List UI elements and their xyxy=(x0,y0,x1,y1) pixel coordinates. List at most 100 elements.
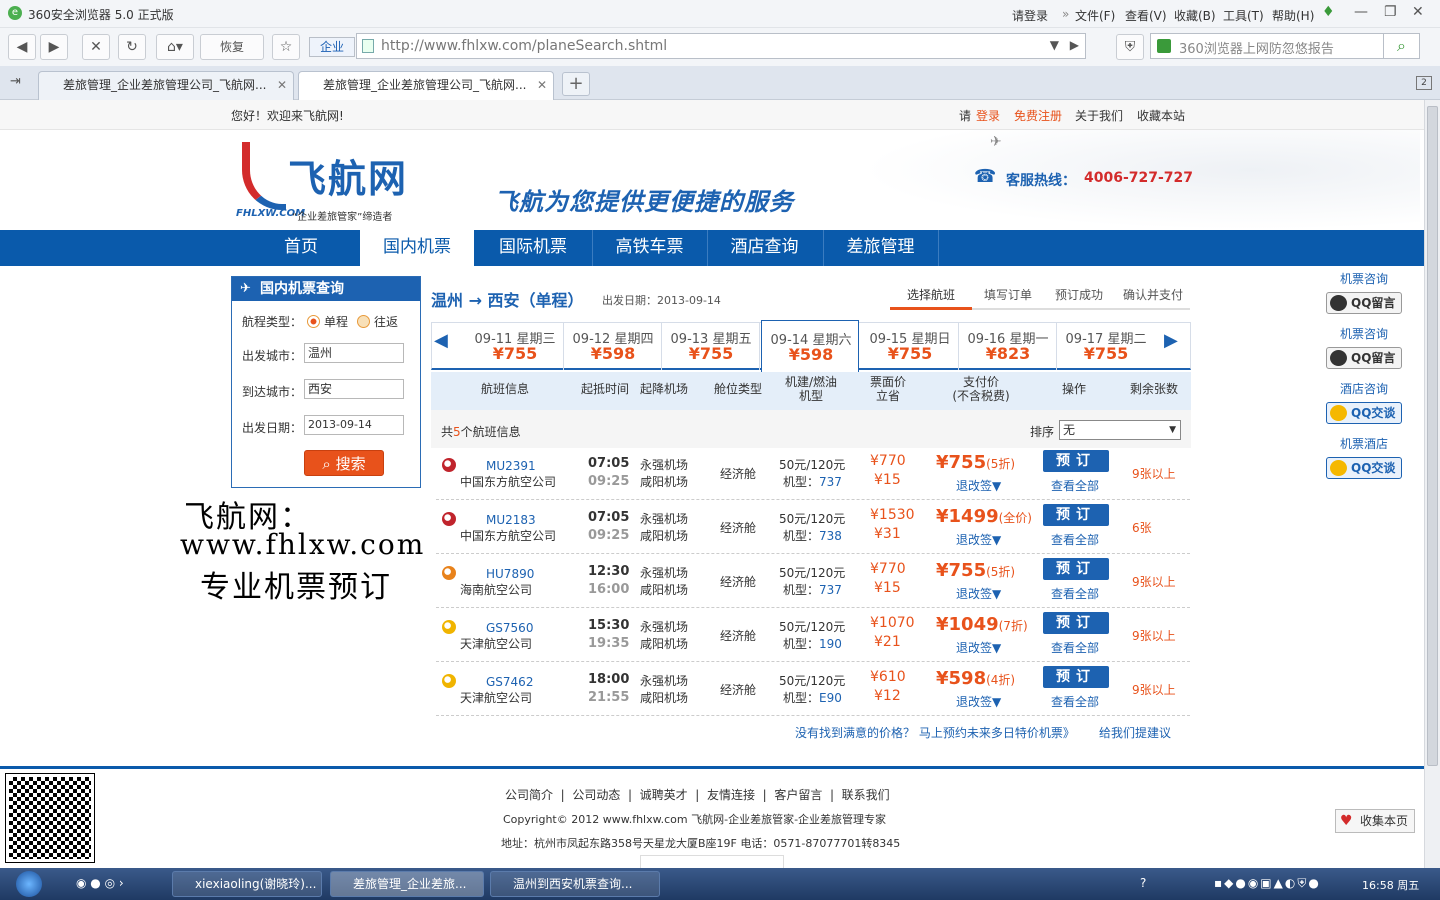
star-icon[interactable]: ☆ xyxy=(272,34,300,60)
flight-number[interactable]: MU2391 xyxy=(486,459,536,473)
from-city-input[interactable]: 温州 xyxy=(304,343,404,363)
task-browser[interactable]: 差旅管理_企业差旅... xyxy=(330,871,484,897)
book-button[interactable]: 预订 xyxy=(1043,558,1109,580)
footer-link[interactable]: 友情连接 xyxy=(707,788,755,802)
to-city-input[interactable]: 西安 xyxy=(304,379,404,399)
favorite-link[interactable]: 收藏本站 xyxy=(1137,107,1185,124)
footer-link[interactable]: 客户留言 xyxy=(774,788,822,802)
tab-2[interactable]: 差旅管理_企业差旅管理公司_飞航网... ✕ xyxy=(298,71,554,100)
footer-link[interactable]: 诚聘英才 xyxy=(640,788,688,802)
aircraft-type[interactable]: 737 xyxy=(819,583,842,597)
qq-message-button[interactable]: QQ留言 xyxy=(1326,292,1402,314)
stop-icon[interactable]: ✕ xyxy=(82,34,110,60)
date-tab-0914[interactable]: 09-14 星期六 ¥598 xyxy=(761,320,859,372)
browser-search[interactable]: 360浏览器上网防忽悠报告 ⌕ xyxy=(1150,33,1420,59)
minimize-icon[interactable]: — xyxy=(1354,4,1368,20)
search-engine-icon[interactable] xyxy=(1157,39,1171,53)
quicklaunch-icons[interactable]: ◉ ● ◎ › xyxy=(76,876,124,890)
tab-1[interactable]: 差旅管理_企业差旅管理公司_飞航网... ✕ xyxy=(38,71,294,100)
close-window-icon[interactable]: ✕ xyxy=(1412,4,1424,20)
qq-chat-button[interactable]: QQ交谈 xyxy=(1326,402,1402,424)
nav-hotel[interactable]: 酒店查询 xyxy=(707,230,821,266)
book-button[interactable]: 预订 xyxy=(1043,504,1109,526)
oneway-label[interactable]: 单程 xyxy=(324,313,348,330)
restore-button[interactable]: 恢复 xyxy=(200,34,264,60)
date-tab-0911[interactable]: 09-11 星期三 ¥755 xyxy=(466,322,564,370)
flight-number[interactable]: MU2183 xyxy=(486,513,536,527)
refund-change-link[interactable]: 退改签▼ xyxy=(956,477,1001,494)
view-all-link[interactable]: 查看全部 xyxy=(1051,639,1099,656)
menu-tools[interactable]: 工具(T) xyxy=(1223,7,1264,24)
prev-week-icon[interactable]: ◀ xyxy=(434,330,448,351)
book-button[interactable]: 预订 xyxy=(1043,666,1109,688)
book-button[interactable]: 预订 xyxy=(1043,450,1109,472)
footer-link[interactable]: 公司动态 xyxy=(572,788,620,802)
book-button[interactable]: 预订 xyxy=(1043,612,1109,634)
nav-travel[interactable]: 差旅管理 xyxy=(823,230,937,266)
refund-change-link[interactable]: 退改签▼ xyxy=(956,585,1001,602)
back-icon[interactable]: ◀ xyxy=(8,34,36,60)
view-all-link[interactable]: 查看全部 xyxy=(1051,531,1099,548)
feedback-link[interactable]: 给我们提建议 xyxy=(1099,724,1171,741)
flight-number[interactable]: GS7560 xyxy=(486,621,533,635)
close-tab-icon[interactable]: ✕ xyxy=(277,72,287,99)
clock[interactable]: 16:58 周五 xyxy=(1362,877,1419,893)
register-link[interactable]: 免费注册 xyxy=(1014,107,1062,124)
about-link[interactable]: 关于我们 xyxy=(1075,107,1123,124)
aircraft-type[interactable]: 738 xyxy=(819,529,842,543)
start-icon[interactable] xyxy=(16,871,42,897)
search-placeholder[interactable]: 360浏览器上网防忽悠报告 xyxy=(1179,38,1334,57)
date-tab-0913[interactable]: 09-13 星期五 ¥755 xyxy=(662,322,760,370)
footer-link[interactable]: 公司简介 xyxy=(505,788,553,802)
date-tab-0912[interactable]: 09-12 星期四 ¥598 xyxy=(564,322,662,370)
address-bar[interactable]: 企业 http://www.fhlxw.com/planeSearch.shtm… xyxy=(309,33,1086,59)
search-icon[interactable]: ⌕ xyxy=(1383,34,1419,58)
nav-train[interactable]: 高铁车票 xyxy=(592,230,706,266)
save-page-button[interactable]: ♥ 收集本页 xyxy=(1335,809,1415,833)
help-icon[interactable]: ? xyxy=(1140,876,1146,890)
page-scrollbar[interactable] xyxy=(1424,100,1440,868)
shirt-icon[interactable]: ♦ xyxy=(1322,4,1335,20)
menu-help[interactable]: 帮助(H) xyxy=(1272,7,1314,24)
task-qq[interactable]: xiexiaoling(谢晓玲)... xyxy=(172,871,322,897)
date-input[interactable]: 2013-09-14 xyxy=(304,415,404,435)
refund-change-link[interactable]: 退改签▼ xyxy=(956,693,1001,710)
refresh-icon[interactable]: ↻ xyxy=(118,34,146,60)
tray-icons[interactable]: ▪◆●◉▣▲◐⛨● xyxy=(1214,876,1321,891)
new-tab-icon[interactable]: + xyxy=(562,72,590,96)
aircraft-type[interactable]: 190 xyxy=(819,637,842,651)
menu-view[interactable]: 查看(V) xyxy=(1125,7,1167,24)
nav-international[interactable]: 国际机票 xyxy=(476,230,590,266)
date-tab-0916[interactable]: 09-16 星期一 ¥823 xyxy=(959,322,1057,370)
oneway-radio[interactable] xyxy=(307,315,320,328)
menu-login[interactable]: 请登录 xyxy=(1012,7,1048,24)
login-link[interactable]: 登录 xyxy=(976,107,1000,124)
forward-icon[interactable]: ▶ xyxy=(40,34,68,60)
shield-icon[interactable]: ⛨ xyxy=(1116,34,1144,60)
menu-file[interactable]: 文件(F) xyxy=(1075,7,1115,24)
maximize-icon[interactable]: ❐ xyxy=(1384,4,1397,20)
next-week-icon[interactable]: ▶ xyxy=(1164,330,1178,351)
date-tab-0915[interactable]: 09-15 星期日 ¥755 xyxy=(861,322,959,370)
view-all-link[interactable]: 查看全部 xyxy=(1051,585,1099,602)
scrollbar-thumb[interactable] xyxy=(1427,106,1438,766)
flight-number[interactable]: GS7462 xyxy=(486,675,533,689)
url-text[interactable]: http://www.fhlxw.com/planeSearch.shtml xyxy=(381,38,667,54)
qq-message-button[interactable]: QQ留言 xyxy=(1326,347,1402,369)
nav-domestic[interactable]: 国内机票 xyxy=(360,230,474,266)
sort-select[interactable]: 无 ▼ xyxy=(1059,420,1181,440)
site-badge[interactable]: 企业 xyxy=(309,37,355,57)
refund-change-link[interactable]: 退改签▼ xyxy=(956,531,1001,548)
view-all-link[interactable]: 查看全部 xyxy=(1051,477,1099,494)
logo-name[interactable]: 飞航网 xyxy=(288,148,408,203)
sidebar-toggle-icon[interactable]: ⇥ xyxy=(10,74,21,89)
task-chrome[interactable]: 温州到西安机票查询... xyxy=(490,871,660,897)
close-tab-icon[interactable]: ✕ xyxy=(537,72,547,99)
go-icon[interactable]: ▶ xyxy=(1070,38,1079,52)
view-all-link[interactable]: 查看全部 xyxy=(1051,693,1099,710)
date-tab-0917[interactable]: 09-17 星期二 ¥755 xyxy=(1057,322,1155,370)
home-icon[interactable]: ⌂▾ xyxy=(156,34,194,60)
tab-count-badge[interactable]: 2 xyxy=(1416,76,1432,90)
menu-favorites[interactable]: 收藏(B) xyxy=(1174,7,1216,24)
footer-link[interactable]: 联系我们 xyxy=(842,788,890,802)
